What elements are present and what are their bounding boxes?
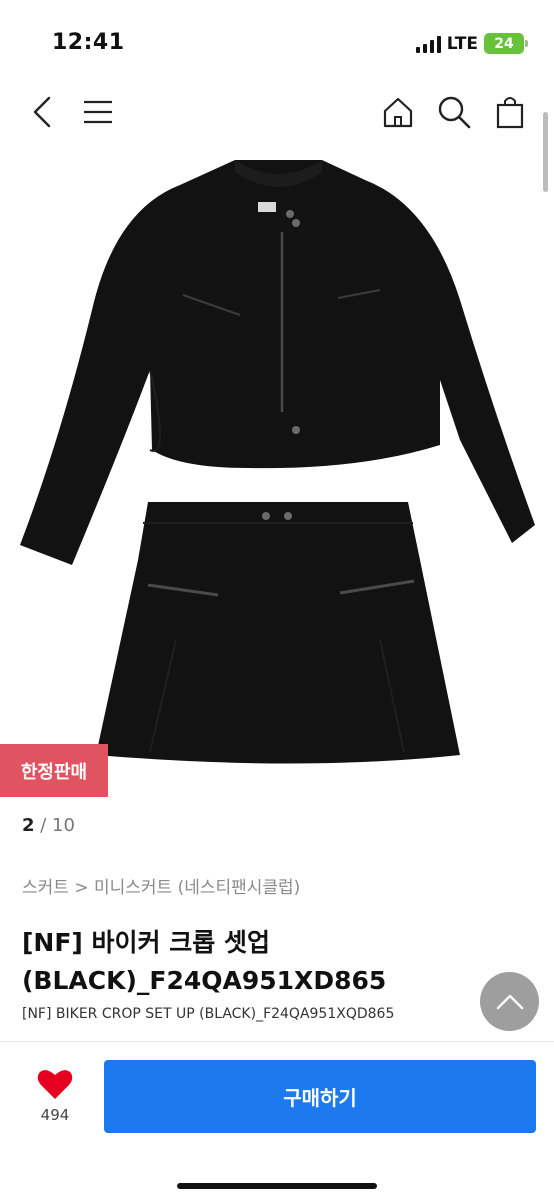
skirt-illustration bbox=[96, 502, 460, 764]
product-image[interactable] bbox=[0, 140, 554, 800]
battery-level: 24 bbox=[494, 35, 514, 52]
search-button[interactable] bbox=[434, 92, 474, 132]
chevron-up-icon bbox=[496, 994, 523, 1009]
back-button[interactable] bbox=[22, 92, 62, 132]
back-icon bbox=[33, 96, 51, 128]
home-icon bbox=[383, 97, 413, 128]
home-button[interactable] bbox=[378, 92, 418, 132]
status-indicators: LTE 24 bbox=[415, 33, 528, 54]
network-label: LTE bbox=[446, 33, 478, 54]
image-total: / 10 bbox=[40, 815, 75, 836]
product-subtitle: [NF] BIKER CROP SET UP (BLACK)_F24QA951X… bbox=[22, 1006, 395, 1022]
home-indicator[interactable] bbox=[177, 1183, 377, 1189]
limited-sale-badge: 한정판매 bbox=[0, 744, 108, 797]
menu-icon bbox=[84, 100, 112, 124]
like-count: 494 bbox=[40, 1106, 70, 1124]
status-time: 12:41 bbox=[52, 30, 125, 55]
nav-bar bbox=[0, 88, 554, 136]
scroll-to-top-button[interactable] bbox=[480, 972, 539, 1031]
image-counter: 2 / 10 bbox=[22, 815, 75, 836]
like-button[interactable]: 494 bbox=[26, 1068, 84, 1124]
product-title: [NF] 바이커 크롭 셋업 (BLACK)_F24QA951XD865 bbox=[22, 928, 387, 995]
menu-button[interactable] bbox=[78, 92, 118, 132]
heart-icon bbox=[37, 1070, 73, 1099]
battery-icon: 24 bbox=[484, 33, 528, 54]
buy-button[interactable]: 구매하기 bbox=[104, 1060, 536, 1133]
shopping-bag-icon bbox=[496, 97, 524, 129]
product-photo bbox=[20, 160, 535, 764]
status-bar: 12:41 LTE 24 bbox=[0, 0, 554, 88]
shopping-bag-button[interactable] bbox=[490, 92, 530, 132]
breadcrumb[interactable]: 스커트 > 미니스커트 (네스티팬시클럽) bbox=[22, 873, 300, 898]
search-icon bbox=[438, 96, 471, 129]
bottom-bar-divider bbox=[0, 1041, 554, 1042]
image-index: 2 bbox=[22, 815, 35, 836]
signal-icon bbox=[415, 35, 441, 53]
